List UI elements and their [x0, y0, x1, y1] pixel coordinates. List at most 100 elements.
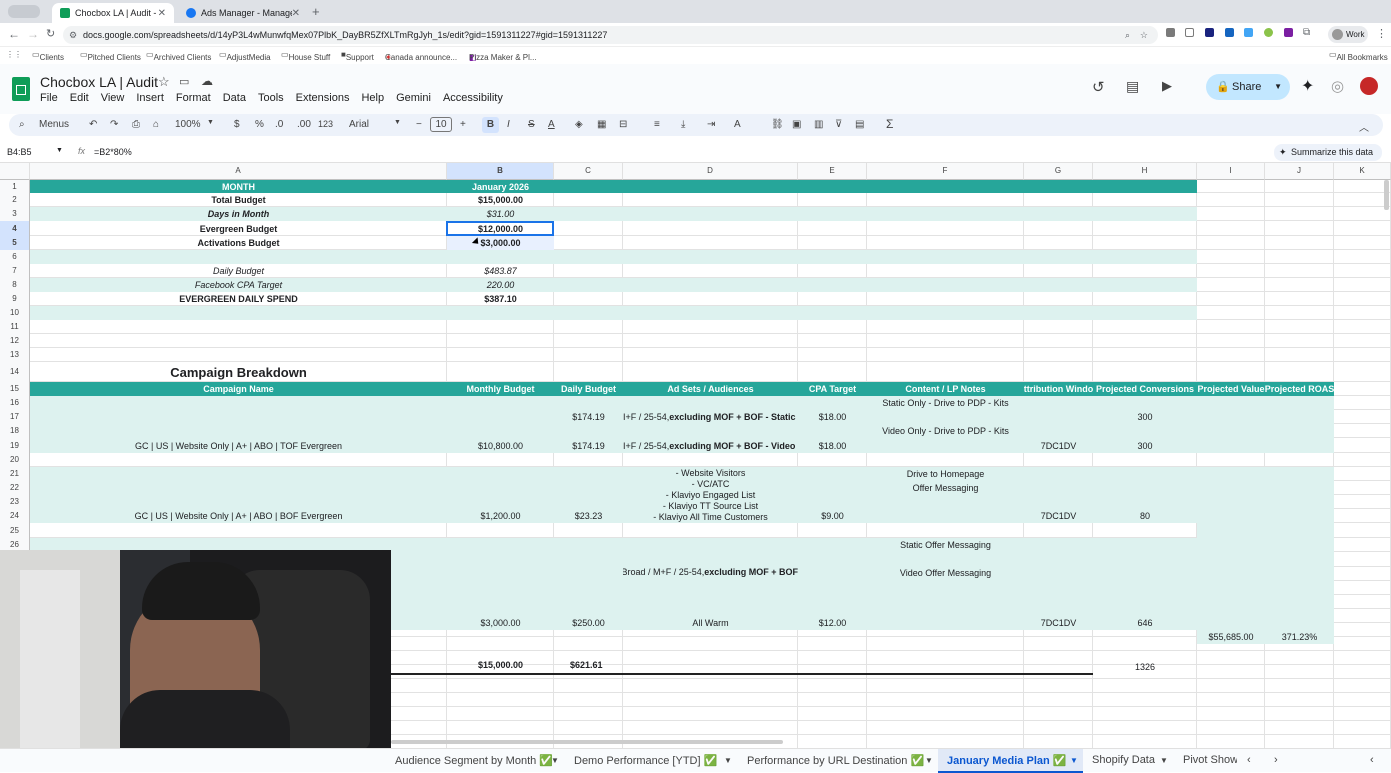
adset-cell[interactable]: I+F / 25-54, excluding MOF + BOF - Stati…	[623, 410, 798, 424]
back-icon[interactable]: ←	[8, 27, 20, 41]
attribution[interactable]: 7DC1DV	[1024, 438, 1093, 453]
daily-budget-label[interactable]: Daily Budget	[30, 264, 447, 278]
chevron-down-icon[interactable]: ▼	[56, 147, 63, 154]
cpa-target[interactable]: $12.00	[798, 616, 867, 630]
formula-input[interactable]: =B2*80%	[94, 147, 132, 157]
name-box[interactable]: B4:B5	[7, 147, 32, 157]
audience-item[interactable]: - Klaviyo Engaged List	[623, 489, 798, 500]
sheet-tab-performance-url[interactable]: Performance by URL Destination ✅	[747, 754, 924, 767]
decrease-decimal-button[interactable]: .0	[275, 119, 283, 130]
text-color-button[interactable]: A	[548, 119, 555, 130]
chevron-down-icon[interactable]: ▼	[724, 756, 732, 765]
menu-extensions[interactable]: Extensions	[296, 92, 350, 104]
row-header[interactable]: 5	[0, 236, 30, 250]
audience-item[interactable]: - Klaviyo TT Source List	[623, 500, 798, 511]
explore-icon[interactable]: ‹	[1370, 754, 1374, 766]
browser-tab-ads-manager[interactable]: Ads Manager - Manage ads - ✕	[178, 3, 308, 23]
projected-conversions[interactable]: 80	[1093, 509, 1197, 523]
column-title[interactable]: Content / LP Notes	[867, 382, 1024, 396]
share-button[interactable]: 🔒 Share ▼	[1206, 74, 1290, 100]
paint-format-icon[interactable]: ⌂	[153, 119, 159, 130]
scroll-tabs-left-icon[interactable]: ‹	[1247, 754, 1251, 766]
attribution[interactable]: 7DC1DV	[1024, 509, 1093, 523]
strikethrough-button[interactable]: S	[528, 119, 535, 130]
bookmark-folder[interactable]: ▭ AdjustMedia	[219, 50, 271, 62]
cpa-target[interactable]: $18.00	[798, 438, 867, 453]
extension-icon[interactable]	[1205, 28, 1214, 37]
audience-item[interactable]: All Warm	[623, 616, 798, 630]
evergreen-budget-value[interactable]: $12,000.00	[447, 221, 554, 236]
select-all-corner[interactable]	[0, 163, 30, 180]
content-note[interactable]: Drive to Homepage	[867, 467, 1024, 481]
comments-icon[interactable]: ▤	[1126, 78, 1139, 95]
projected-conversions[interactable]: 300	[1093, 438, 1197, 453]
column-header[interactable]: G	[1024, 163, 1093, 180]
cpa-target-value[interactable]: 220.00	[447, 278, 554, 292]
vertical-scrollbar[interactable]	[1384, 180, 1389, 210]
insert-link-icon[interactable]: ⛓	[771, 119, 784, 130]
font-size-decrease[interactable]: −	[416, 119, 422, 130]
chevron-down-icon[interactable]: ▼	[1070, 756, 1078, 765]
daily-budget-value[interactable]: $483.87	[447, 264, 554, 278]
insert-chart-icon[interactable]: ▥	[814, 119, 823, 130]
row-header[interactable]: 16	[0, 396, 30, 410]
doc-title[interactable]: Chocbox LA | Audit	[40, 74, 158, 90]
extension-icon[interactable]	[1225, 28, 1234, 37]
sheet-tab-demo-performance[interactable]: Demo Performance [YTD] ✅	[574, 754, 717, 767]
extension-icon[interactable]	[1264, 28, 1273, 37]
all-bookmarks[interactable]: ▭ All Bookmarks	[1329, 50, 1388, 62]
tab-search-icon[interactable]	[8, 5, 40, 18]
extensions-puzzle-icon[interactable]: ⧉	[1303, 27, 1310, 38]
align-vertical-icon[interactable]: ⤓	[681, 119, 685, 130]
italic-button[interactable]: I	[507, 119, 510, 130]
content-note[interactable]: Video Only - Drive to PDP - Kits	[867, 424, 1024, 438]
column-header[interactable]: K	[1334, 163, 1391, 180]
column-header[interactable]: F	[867, 163, 1024, 180]
menu-insert[interactable]: Insert	[136, 92, 164, 104]
campaign-name[interactable]: GC | US | Website Only | A+ | ABO | BOF …	[30, 509, 447, 523]
menu-file[interactable]: File	[40, 92, 58, 104]
row-header[interactable]: 12	[0, 334, 30, 348]
row-header[interactable]: 15	[0, 382, 30, 396]
daily-budget[interactable]: $23.23	[554, 509, 623, 523]
days-in-month-value[interactable]: $31.00	[447, 207, 554, 221]
bookmark-star-icon[interactable]: ☆	[1140, 26, 1148, 44]
total-budget-label[interactable]: Total Budget	[30, 193, 447, 207]
column-title[interactable]: CPA Target	[798, 382, 867, 396]
sheet-tab-shopify-data[interactable]: Shopify Data	[1092, 754, 1155, 766]
row-header[interactable]: 7	[0, 264, 30, 278]
bookmark-folder[interactable]: ▭ House Stuff	[281, 50, 330, 62]
column-title[interactable]: Projected ROAS	[1265, 382, 1334, 396]
menu-accessibility[interactable]: Accessibility	[443, 92, 503, 104]
projected-value[interactable]: $55,685.00	[1197, 630, 1265, 644]
insert-comment-icon[interactable]: ▣	[792, 119, 801, 130]
evergreen-daily-label[interactable]: EVERGREEN DAILY SPEND	[30, 292, 447, 306]
sheet-tab-january-media-plan[interactable]: January Media Plan ✅ ▼	[938, 749, 1083, 773]
menu-edit[interactable]: Edit	[70, 92, 89, 104]
zoom-select[interactable]: 100%	[175, 119, 201, 130]
collapse-toolbar-icon[interactable]: ︿	[1359, 119, 1369, 134]
redo-icon[interactable]: ↷	[110, 119, 118, 130]
total-monthly-budget[interactable]: $15,000.00	[447, 658, 554, 672]
gemini-icon[interactable]: ✦	[1301, 76, 1314, 96]
evergreen-budget-label[interactable]: Evergreen Budget	[30, 221, 447, 236]
functions-button[interactable]: Σ	[886, 117, 893, 131]
horizontal-scrollbar[interactable]	[391, 740, 783, 744]
apps-grid-icon[interactable]: ⋮⋮	[6, 50, 22, 59]
projected-conversions[interactable]: 646	[1093, 616, 1197, 630]
sheet-tab-pivot-show[interactable]: Pivot Show	[1183, 754, 1237, 766]
sheet-tab-audience-segment[interactable]: Audience Segment by Month ✅	[395, 754, 553, 767]
text-wrap-icon[interactable]: ⇥	[707, 119, 715, 130]
column-title[interactable]: Ad Sets / Audiences	[623, 382, 798, 396]
bold-button[interactable]: B	[482, 117, 499, 133]
font-size-input[interactable]: 10	[430, 117, 452, 132]
row-header[interactable]: 19	[0, 438, 30, 453]
row-header[interactable]: 13	[0, 348, 30, 362]
row-header[interactable]: 23	[0, 495, 30, 509]
row-header[interactable]: 17	[0, 410, 30, 424]
total-budget-value[interactable]: $15,000.00	[447, 193, 554, 207]
menu-data[interactable]: Data	[223, 92, 246, 104]
extension-icon[interactable]	[1284, 28, 1293, 37]
row-header[interactable]: 2	[0, 193, 30, 207]
bookmark-link[interactable]: ■ Support	[341, 50, 374, 62]
